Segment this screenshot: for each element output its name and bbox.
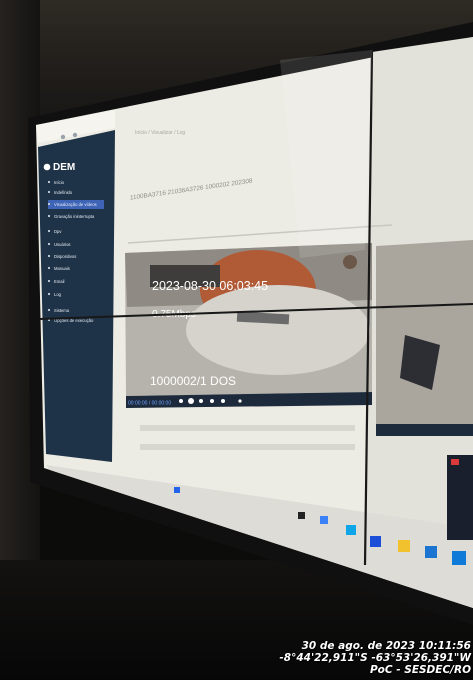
sidebar-item-icon (47, 202, 51, 206)
sidebar-item[interactable]: Sistema (54, 308, 70, 313)
video-control-bar-2 (376, 424, 473, 436)
snapshot-icon[interactable] (210, 399, 214, 403)
window-dot-icon (60, 134, 66, 140)
taskbar-app-icon[interactable] (298, 512, 305, 519)
sidebar-item[interactable]: Início (54, 180, 65, 185)
sidebar-item[interactable]: Log (54, 292, 62, 297)
sidebar-item-icon (47, 266, 51, 270)
sidebar-item-icon (47, 292, 51, 296)
sidebar-item[interactable]: Indefinido (54, 190, 73, 195)
sidebar-item[interactable]: Visualização de vídeos (54, 202, 97, 207)
play-icon[interactable] (188, 398, 194, 404)
fullscreen-icon[interactable] (238, 399, 242, 403)
popup-thumbnail-icon (451, 459, 459, 465)
popup-thumbnail (447, 455, 473, 540)
record-icon[interactable] (221, 399, 225, 403)
sidebar-item[interactable]: Gravação ininterrupta (54, 214, 95, 219)
sidebar-item-icon (47, 214, 51, 218)
video-channel-name: 1000002/1 DOS (150, 374, 236, 388)
video-wall: Início / Visualizar / Log DEM Início Inde… (28, 22, 473, 625)
folder-icon[interactable] (398, 540, 410, 552)
video-timestamp: 2023-08-30 06:03:45 (152, 279, 268, 293)
sidebar-item-icon (47, 242, 51, 246)
sidebar-item-icon (47, 229, 51, 233)
sidebar-item-icon (47, 180, 51, 184)
stamp-organization: PoC - SESDEC/RO (369, 664, 471, 676)
logo-icon (43, 163, 51, 171)
breadcrumb: Início / Visualizar / Log (135, 130, 185, 136)
sidebar-item[interactable]: Dpv (54, 229, 62, 234)
sidebar-item-icon (47, 279, 51, 283)
next-icon[interactable] (199, 399, 203, 403)
stamp-coordinates: -8°44'22,911"S -63°53'26,391"W (279, 652, 471, 664)
prev-icon[interactable] (179, 399, 183, 403)
video-table (186, 285, 370, 375)
sidebar-item[interactable]: Dispositivos (54, 254, 76, 259)
control-time: 00:00:00 / 00:00:00 (128, 401, 171, 407)
window-dot-icon (72, 132, 78, 138)
sidebar-item-icon (47, 254, 51, 258)
sidebar (38, 130, 115, 462)
sidebar-item[interactable]: Usuários (54, 242, 71, 247)
sidebar-item-icon (47, 190, 51, 194)
video-person (343, 255, 357, 269)
taskbar-app-icon[interactable] (320, 516, 328, 524)
sidebar-item[interactable]: Email (54, 279, 65, 284)
taskbar-app-icon[interactable] (452, 551, 466, 565)
sidebar-item-icon (47, 308, 51, 312)
browser-icon[interactable] (370, 536, 381, 547)
stamp-date: 30 de ago. de 2023 10:11:56 (301, 640, 471, 652)
taskbar-app-icon[interactable] (346, 525, 356, 535)
sidebar-item[interactable]: Manuais (54, 266, 70, 271)
taskbar-app-icon[interactable] (425, 546, 437, 558)
video-feed-2 (376, 240, 473, 427)
start-icon[interactable] (174, 487, 180, 493)
app-logo: DEM (53, 162, 75, 173)
photo-stamp: 30 de ago. de 2023 10:11:56 -8°44'22,911… (279, 640, 471, 676)
